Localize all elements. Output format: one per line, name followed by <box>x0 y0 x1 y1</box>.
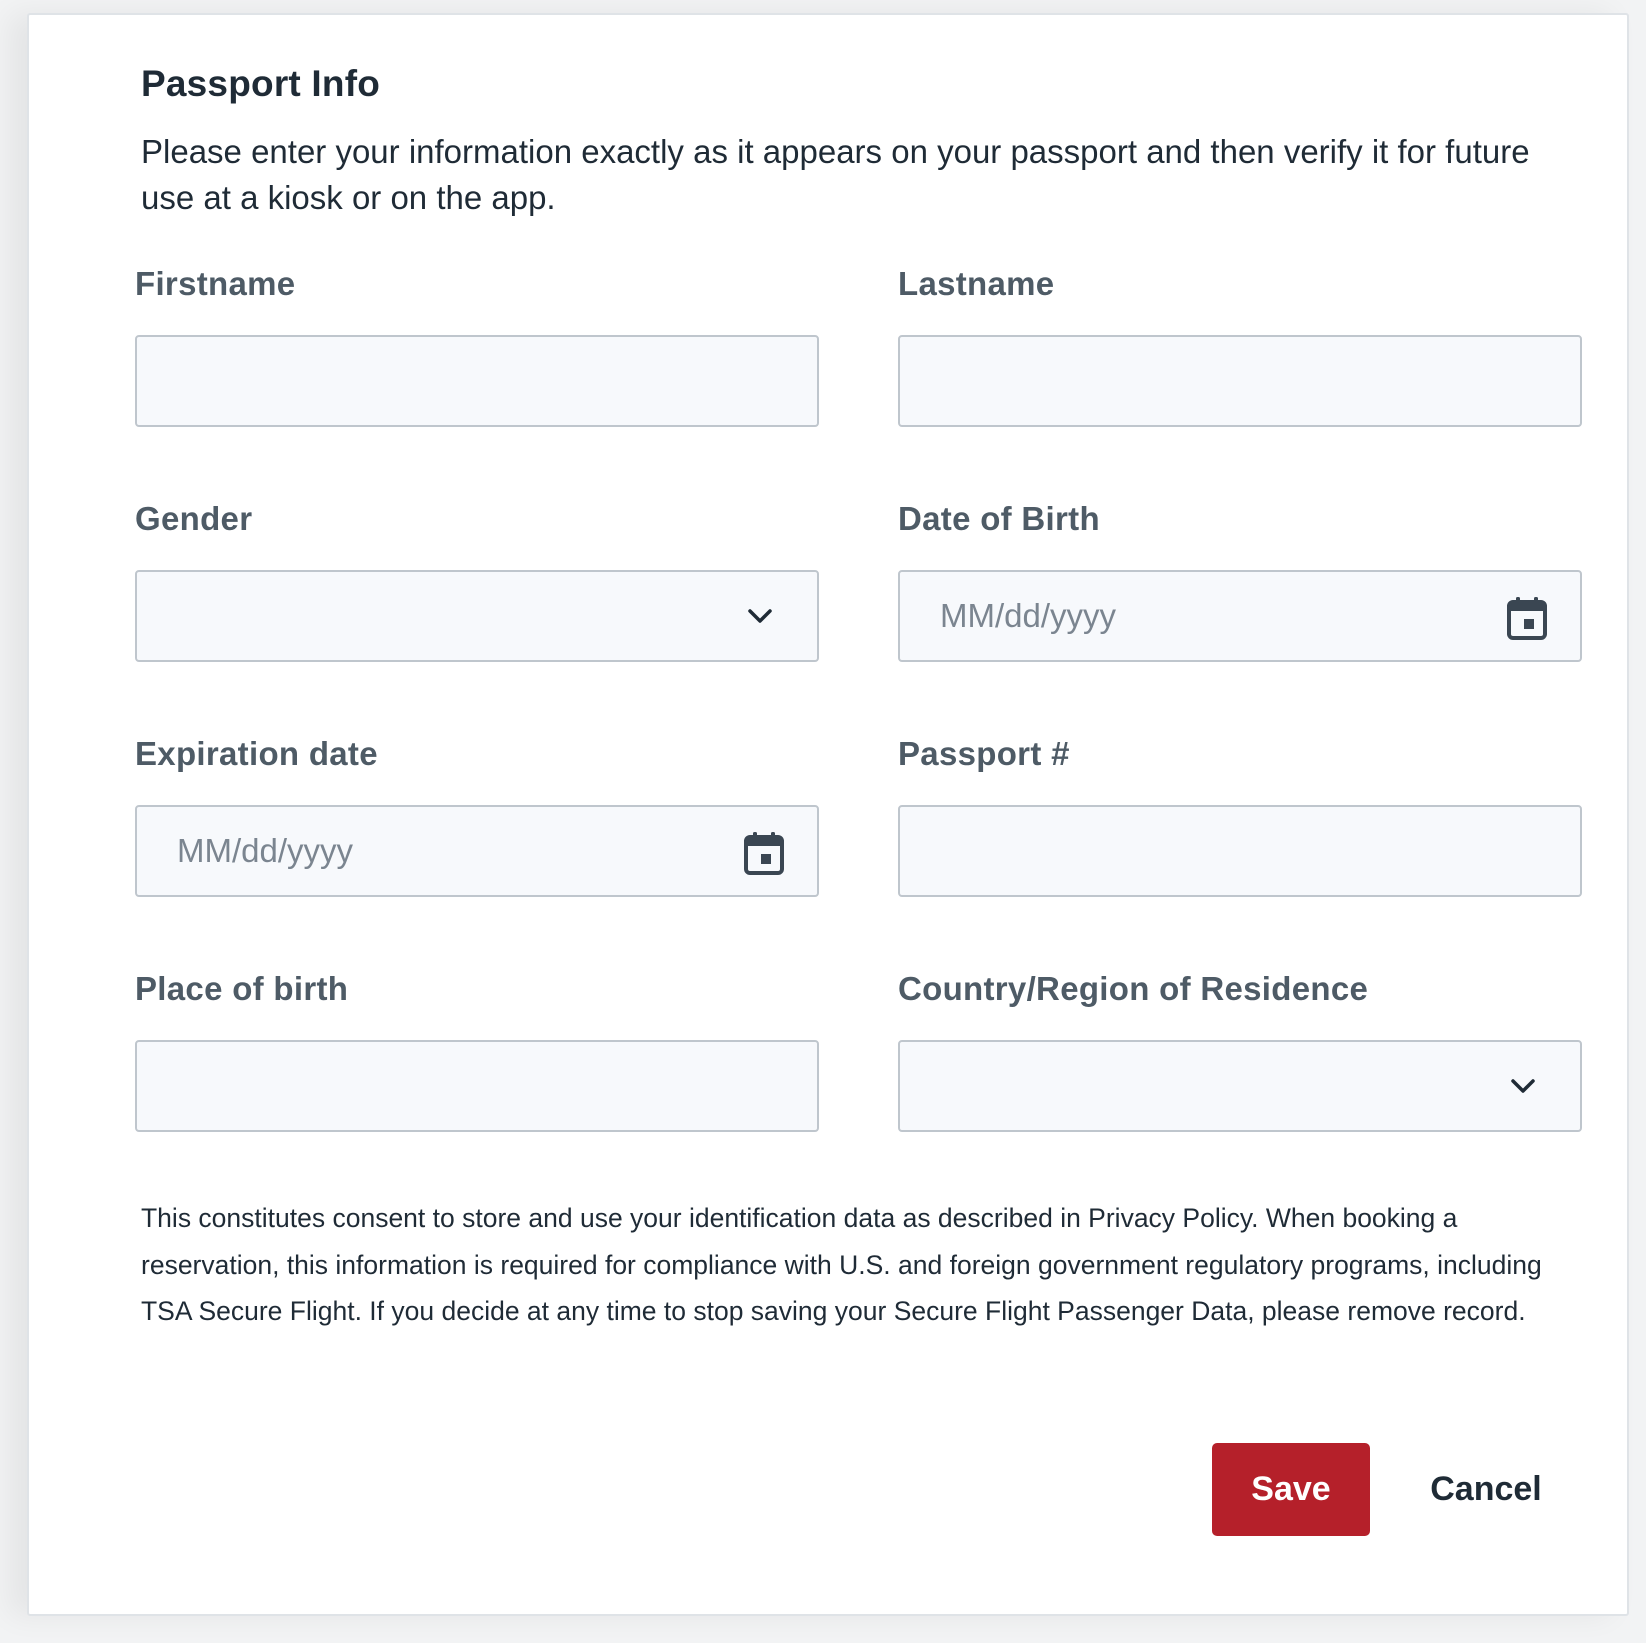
dob-input[interactable] <box>900 572 1580 660</box>
gender-selected-value[interactable] <box>137 572 817 660</box>
gender-select[interactable] <box>135 570 819 662</box>
passport-number-input[interactable] <box>900 807 1580 895</box>
consent-text: This constitutes consent to store and us… <box>141 1203 1542 1326</box>
save-button[interactable]: Save <box>1212 1443 1370 1536</box>
expiration-label: Expiration date <box>135 735 378 772</box>
gender-label: Gender <box>135 500 253 537</box>
expiration-input[interactable] <box>137 807 817 895</box>
place-of-birth-label: Place of birth <box>135 970 349 1007</box>
passport-info-card: Passport Info Please enter your informat… <box>27 13 1629 1616</box>
calendar-icon[interactable] <box>743 831 785 875</box>
page-title: Passport Info <box>141 63 381 104</box>
place-of-birth-field[interactable] <box>135 1040 819 1132</box>
cancel-button[interactable]: Cancel <box>1411 1443 1561 1536</box>
residence-select[interactable] <box>898 1040 1582 1132</box>
firstname-field[interactable] <box>135 335 819 427</box>
firstname-input[interactable] <box>137 337 817 425</box>
passport-number-field[interactable] <box>898 805 1582 897</box>
residence-selected-value[interactable] <box>900 1042 1580 1130</box>
passport-number-label: Passport # <box>898 735 1070 772</box>
chevron-down-icon <box>1511 1079 1535 1093</box>
lastname-input[interactable] <box>900 337 1580 425</box>
lastname-label: Lastname <box>898 265 1055 302</box>
place-of-birth-input[interactable] <box>137 1042 817 1130</box>
firstname-label: Firstname <box>135 265 296 302</box>
lastname-field[interactable] <box>898 335 1582 427</box>
form-instructions: Please enter your information exactly as… <box>141 133 1530 216</box>
dob-label: Date of Birth <box>898 500 1100 537</box>
residence-label: Country/Region of Residence <box>898 970 1369 1007</box>
expiration-field[interactable] <box>135 805 819 897</box>
dob-field[interactable] <box>898 570 1582 662</box>
calendar-icon[interactable] <box>1506 596 1548 640</box>
chevron-down-icon <box>748 609 772 623</box>
